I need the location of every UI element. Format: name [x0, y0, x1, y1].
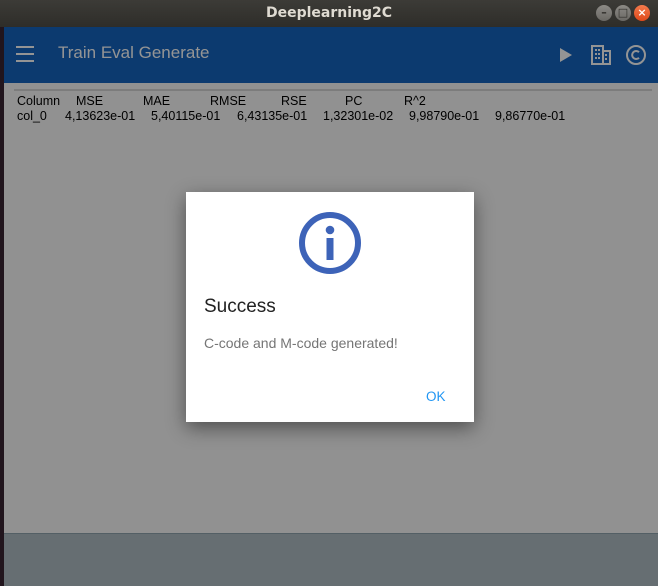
ok-button[interactable]: OK: [426, 389, 446, 404]
window-title: Deeplearning2C: [265, 5, 393, 21]
success-dialog: Success C-code and M-code generated! OK: [186, 192, 474, 422]
app-window: Deeplearning2C – □ × Train Eval Generate: [0, 0, 658, 586]
info-icon: [299, 212, 361, 274]
window-titlebar[interactable]: Deeplearning2C – □ ×: [0, 0, 658, 27]
maximize-button[interactable]: □: [615, 5, 631, 21]
minimize-button[interactable]: –: [596, 5, 612, 21]
close-button[interactable]: ×: [634, 5, 650, 21]
window-controls: – □ ×: [596, 5, 650, 21]
dialog-title: Success: [204, 296, 276, 317]
dialog-message: C-code and M-code generated!: [204, 335, 398, 351]
